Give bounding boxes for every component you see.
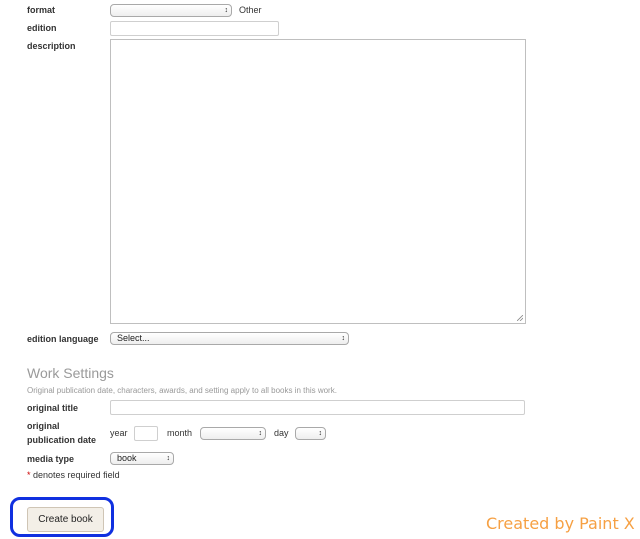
day-label: day — [274, 428, 289, 438]
required-field-note: * denotes required field — [27, 470, 120, 480]
original-title-input[interactable] — [110, 400, 525, 415]
edition-language-select[interactable]: Select... ↕ — [110, 332, 349, 345]
updown-arrows-icon: ↕ — [166, 455, 171, 462]
description-textarea[interactable] — [110, 39, 526, 324]
format-label: format — [27, 5, 56, 15]
work-settings-description: Original publication date, characters, a… — [27, 386, 337, 395]
year-input[interactable] — [134, 426, 158, 441]
year-label: year — [110, 428, 128, 438]
format-other-text: Other — [239, 5, 262, 15]
updown-arrows-icon: ↕ — [318, 430, 323, 437]
original-title-label: original title — [27, 403, 79, 413]
edition-language-value: Select... — [117, 333, 150, 343]
updown-arrows-icon: ↕ — [341, 335, 346, 342]
resize-handle-icon[interactable] — [517, 315, 523, 321]
watermark-text: Created by Paint X — [486, 514, 635, 533]
required-note-text: denotes required field — [30, 470, 120, 480]
format-select[interactable]: ↕ — [110, 4, 232, 17]
month-select[interactable]: ↕ — [200, 427, 266, 440]
book-edit-form: format ↕ Other edition description editi… — [0, 0, 640, 539]
media-type-select[interactable]: book ↕ — [110, 452, 174, 465]
month-label: month — [167, 428, 193, 438]
create-book-button[interactable]: Create book — [27, 507, 104, 532]
media-type-value: book — [117, 453, 137, 463]
day-select[interactable]: ↕ — [295, 427, 326, 440]
updown-arrows-icon: ↕ — [224, 7, 229, 14]
media-type-label: media type — [27, 454, 75, 464]
work-settings-heading: Work Settings — [27, 365, 114, 381]
original-publication-date-label-line2: publication date — [27, 435, 97, 445]
updown-arrows-icon: ↕ — [258, 430, 263, 437]
description-label: description — [27, 41, 76, 51]
edition-language-label: edition language — [27, 334, 99, 344]
edition-label: edition — [27, 23, 57, 33]
original-publication-date-label-line1: original — [27, 421, 60, 431]
edition-input[interactable] — [110, 21, 279, 36]
